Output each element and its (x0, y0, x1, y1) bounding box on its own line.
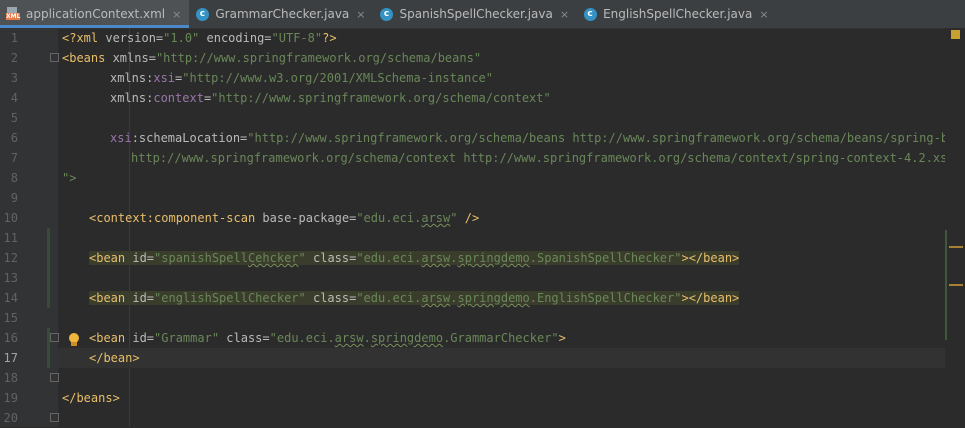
line-number: 18 (3, 371, 18, 385)
code-line: <?xml version="1.0" encoding="UTF-8"?> (62, 31, 337, 45)
tab-englishspellchecker-java[interactable]: c EnglishSpellChecker.java × (577, 0, 777, 28)
line-number: 9 (10, 191, 18, 205)
java-class-icon: c (583, 7, 597, 21)
warning-marker[interactable] (949, 246, 963, 248)
line-number: 15 (3, 311, 18, 325)
code-line: xmlns:xsi="http://www.w3.org/2001/XMLSch… (110, 71, 493, 85)
tab-spanishspellchecker-java[interactable]: c SpanishSpellChecker.java × (374, 0, 578, 28)
line-number: 17 (3, 351, 18, 365)
code-line: http://www.springframework.org/schema/co… (131, 151, 955, 165)
code-line: xsi:schemaLocation="http://www.springfra… (110, 131, 965, 145)
line-number: 13 (3, 271, 18, 285)
close-icon[interactable]: × (560, 8, 569, 21)
xml-file-icon: XML (6, 7, 20, 21)
code-line: <bean id="Grammar" class="edu.eci.arsw.s… (89, 331, 566, 345)
code-line: <beans xmlns="http://www.springframework… (62, 51, 482, 65)
line-number: 4 (10, 91, 18, 105)
java-class-icon: c (380, 7, 394, 21)
tab-label: GrammarChecker.java (215, 7, 350, 21)
line-number-gutter[interactable]: 1 2 3 4 5 6 7 8 9 10 11 12 13 14 15 16 1… (0, 28, 59, 427)
line-number: 11 (3, 231, 18, 245)
inspection-status-icon[interactable] (951, 30, 960, 39)
line-number: 8 (10, 171, 18, 185)
line-number: 20 (3, 411, 18, 425)
tab-applicationcontext-xml[interactable]: XML applicationContext.xml × (0, 0, 190, 28)
tab-grammarchecker-java[interactable]: c GrammarChecker.java × (189, 0, 373, 28)
line-number: 6 (10, 131, 18, 145)
line-number: 10 (3, 211, 18, 225)
line-number: 7 (10, 151, 18, 165)
code-line: xmlns:context="http://www.springframewor… (110, 91, 551, 105)
editor-tab-bar: XML applicationContext.xml × c GrammarCh… (0, 0, 965, 29)
line-number: 3 (10, 71, 18, 85)
line-number: 1 (10, 31, 18, 45)
code-line: </beans> (62, 391, 120, 405)
tab-label: EnglishSpellChecker.java (603, 7, 753, 21)
vcs-change-stripe (945, 230, 947, 340)
close-icon[interactable]: × (759, 8, 768, 21)
code-line: <bean id="spanishSpellCehcker" class="ed… (89, 251, 740, 265)
code-line: "> (62, 171, 77, 185)
warning-marker[interactable] (949, 284, 963, 286)
editor-scrollbar[interactable] (945, 28, 965, 427)
close-icon[interactable]: × (356, 8, 365, 21)
line-number: 16 (3, 331, 18, 345)
code-line: <bean id="englishSpellChecker" class="ed… (89, 291, 740, 305)
tab-label: SpanishSpellChecker.java (399, 7, 553, 21)
line-number: 12 (3, 251, 18, 265)
line-number: 19 (3, 391, 18, 405)
code-line: <context:component-scan base-package="ed… (89, 211, 480, 225)
line-number: 2 (10, 51, 18, 65)
tab-label: applicationContext.xml (26, 7, 166, 21)
code-editor[interactable]: 1 2 3 4 5 6 7 8 9 10 11 12 13 14 15 16 1… (0, 28, 965, 427)
vcs-change-marker[interactable] (47, 228, 50, 308)
java-class-icon: c (195, 7, 209, 21)
close-icon[interactable]: × (172, 8, 181, 21)
line-number: 5 (10, 111, 18, 125)
code-line-current: </bean> (58, 348, 945, 368)
code-area[interactable]: <?xml version="1.0" encoding="UTF-8"?> <… (58, 28, 965, 427)
line-number: 14 (3, 291, 18, 305)
